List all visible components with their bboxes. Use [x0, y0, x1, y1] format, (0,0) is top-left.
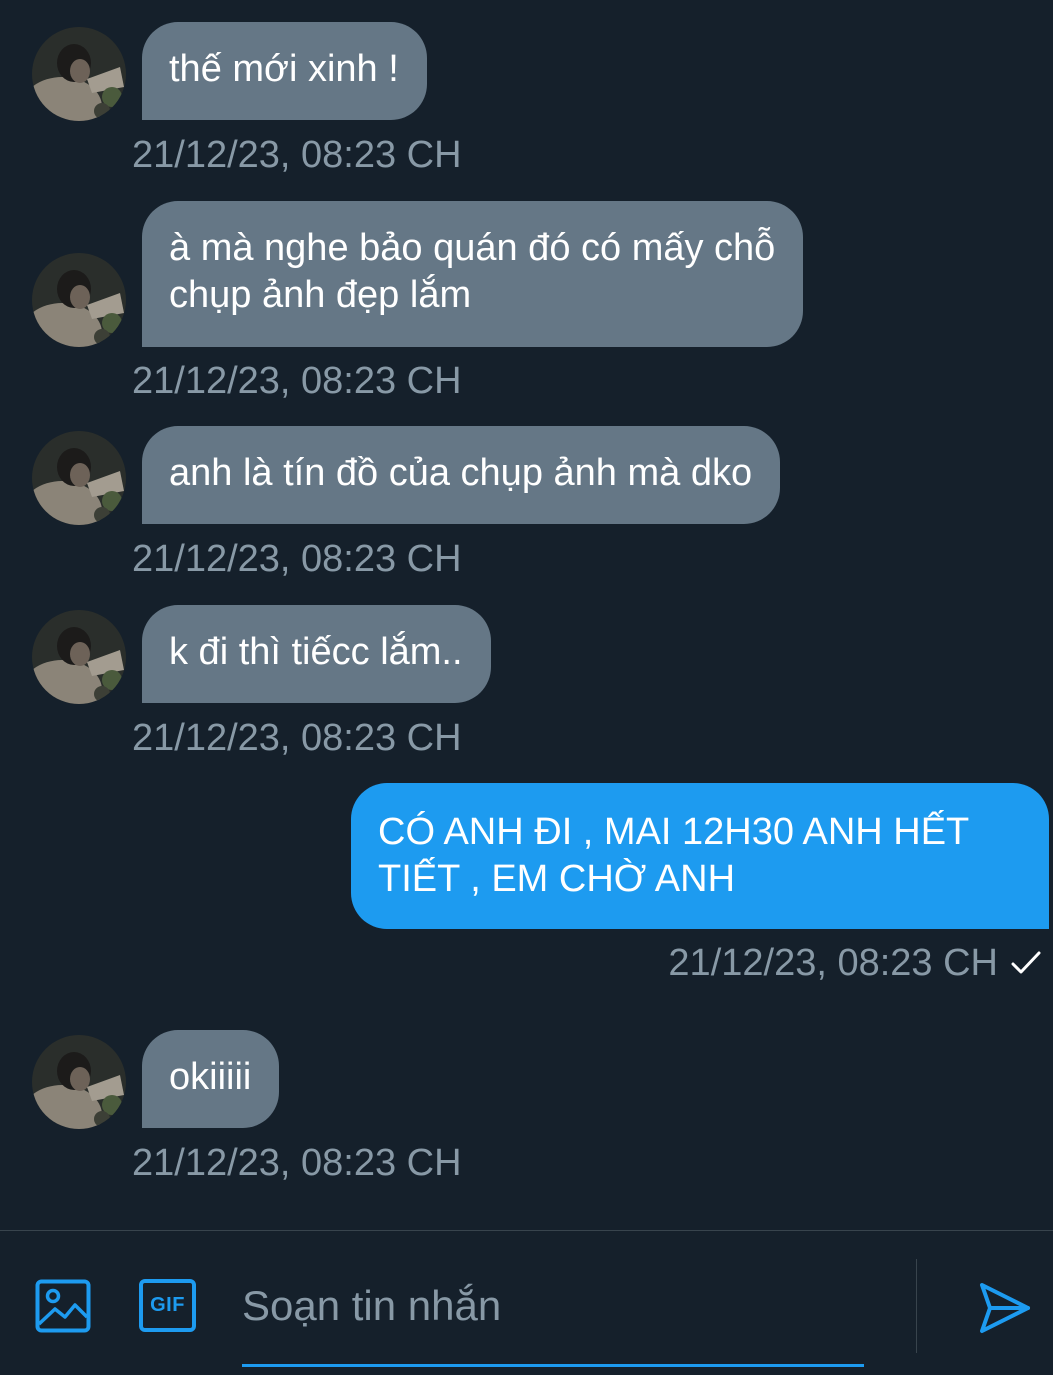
- message-thread[interactable]: thế mới xinh ! 21/12/23, 08:23 CH à mà n…: [0, 0, 1053, 1230]
- message-timestamp: 21/12/23, 08:23 CH: [132, 1142, 462, 1184]
- send-icon[interactable]: [978, 1281, 1032, 1335]
- avatar[interactable]: [32, 431, 126, 525]
- message-bubble[interactable]: à mà nghe bảo quán đó có mấy chỗ chụp ản…: [142, 201, 804, 347]
- message-timestamp: 21/12/23, 08:23 CH: [132, 134, 462, 176]
- message-timestamp: 21/12/23, 08:23 CH: [132, 717, 462, 759]
- message-bubble[interactable]: thế mới xinh !: [142, 22, 427, 120]
- message-bubble[interactable]: okiiiii: [142, 1030, 280, 1128]
- composer-bar: GIF: [0, 1230, 1053, 1375]
- message-bubble-outgoing[interactable]: CÓ ANH ĐI , MAI 12H30 ANH HẾT TIẾT , EM …: [351, 783, 1049, 929]
- avatar[interactable]: [32, 27, 126, 121]
- image-icon[interactable]: [35, 1279, 91, 1333]
- message-bubble[interactable]: anh là tín đồ của chụp ảnh mà dko: [142, 426, 781, 524]
- avatar[interactable]: [32, 1035, 126, 1129]
- divider: [916, 1259, 917, 1353]
- check-icon: [1011, 951, 1041, 974]
- message-bubble[interactable]: k đi thì tiếcc lắm..: [142, 605, 491, 703]
- message-timestamp: 21/12/23, 08:23 CH: [668, 942, 998, 984]
- gif-label: GIF: [150, 1294, 185, 1316]
- message-compose-input[interactable]: [242, 1269, 864, 1367]
- message-timestamp: 21/12/23, 08:23 CH: [132, 538, 462, 580]
- gif-button[interactable]: GIF: [139, 1279, 196, 1332]
- avatar[interactable]: [32, 253, 126, 347]
- avatar[interactable]: [32, 610, 126, 704]
- message-timestamp: 21/12/23, 08:23 CH: [132, 360, 462, 402]
